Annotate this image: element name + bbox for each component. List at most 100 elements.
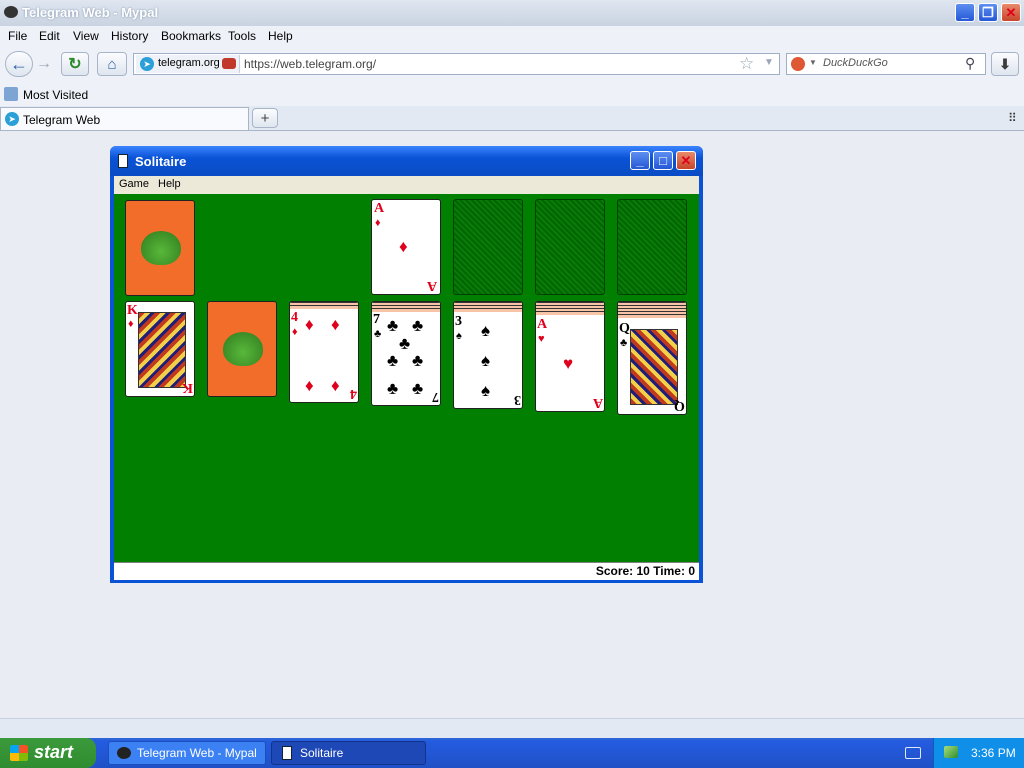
menu-bookmarks[interactable]: Bookmarks xyxy=(161,29,221,43)
close-icon: ✕ xyxy=(680,152,692,168)
menu-tools[interactable]: Tools xyxy=(228,29,256,43)
solitaire-minimize-button[interactable]: _ xyxy=(630,151,650,170)
tableau-card-three-spades[interactable]: 3 ♠ ♠ ♠ ♠ 3 xyxy=(453,301,523,409)
taskbar-item-browser[interactable]: Telegram Web - Mypal xyxy=(108,741,266,765)
tab-list-icon[interactable]: ⠿ xyxy=(1008,111,1017,125)
search-bar[interactable]: ▼ DuckDuckGo ⚲ xyxy=(786,53,986,75)
stock-pile[interactable] xyxy=(125,200,195,296)
club-icon: ♣ xyxy=(399,334,411,353)
hidden-card-edge xyxy=(536,311,604,315)
card-rank-bottom: A xyxy=(426,278,437,293)
bookmark-star-icon[interactable]: ☆ xyxy=(739,54,754,74)
search-input-placeholder[interactable]: DuckDuckGo xyxy=(823,57,888,69)
search-engine-dropdown-icon[interactable]: ▼ xyxy=(809,58,817,67)
mypal-logo-icon xyxy=(117,747,131,759)
card-rank-bottom: A xyxy=(592,395,603,410)
frog-icon xyxy=(223,332,263,366)
maximize-button[interactable]: ❐ xyxy=(978,3,998,22)
solitaire-close-button[interactable]: ✕ xyxy=(676,151,696,170)
new-tab-button[interactable]: + xyxy=(252,108,278,128)
card-suit-icon: ♦ xyxy=(375,217,381,229)
club-icon: ♣ xyxy=(387,379,399,398)
frog-icon xyxy=(141,231,181,265)
downloads-button[interactable]: ⬇ xyxy=(991,52,1019,76)
windows-logo-icon xyxy=(10,745,28,761)
foundation-slot-2[interactable] xyxy=(453,199,523,295)
diamond-icon: ♦ xyxy=(292,326,298,338)
card-rank-bottom: K xyxy=(182,380,193,395)
close-button[interactable]: ✕ xyxy=(1001,3,1021,22)
browser-title-bar: Telegram Web - Mypal _ ❐ ✕ xyxy=(0,0,1024,26)
download-arrow-icon: ⬇ xyxy=(999,55,1011,72)
reload-icon: ↻ xyxy=(68,56,82,73)
site-identity-label: telegram.org xyxy=(158,57,220,69)
diamond-icon: ♦ xyxy=(331,315,340,334)
club-icon: ♣ xyxy=(387,316,399,335)
card-rank: 4 xyxy=(291,310,298,325)
keyboard-icon[interactable] xyxy=(905,747,921,759)
diamond-icon: ♦ xyxy=(305,315,314,334)
solitaire-menubar: Game Help xyxy=(114,176,699,194)
menu-game[interactable]: Game xyxy=(119,178,149,190)
menu-history[interactable]: History xyxy=(111,29,148,43)
search-icon[interactable]: ⚲ xyxy=(965,55,975,72)
solitaire-title-bar[interactable]: Solitaire _ □ ✕ xyxy=(110,146,703,176)
url-text[interactable]: https://web.telegram.org/ xyxy=(244,57,376,71)
tableau-card-queen-clubs[interactable]: Q ♣ Q xyxy=(617,301,687,415)
plus-icon: + xyxy=(260,109,270,127)
menu-help[interactable]: Help xyxy=(268,29,293,43)
spade-icon: ♠ xyxy=(456,330,462,342)
url-dropdown-icon[interactable]: ▼ xyxy=(764,57,774,68)
clock: 3:36 PM xyxy=(971,746,1016,760)
forward-arrow-icon[interactable]: → xyxy=(36,55,52,73)
browser-status-strip xyxy=(0,718,1024,739)
solitaire-status-bar: Score: 10 Time: 0 xyxy=(114,562,699,580)
mypal-logo-icon xyxy=(4,6,18,18)
most-visited-bookmark[interactable]: Most Visited xyxy=(23,88,88,102)
solitaire-window-title: Solitaire xyxy=(135,154,187,169)
taskbar-item-solitaire[interactable]: Solitaire xyxy=(271,741,426,765)
club-icon: ♣ xyxy=(412,351,424,370)
hidden-card-edge xyxy=(290,305,358,309)
card-rank: 3 xyxy=(455,314,462,329)
queen-face-icon xyxy=(630,329,678,405)
solitaire-maximize-button[interactable]: □ xyxy=(653,151,673,170)
foundation-slot-3[interactable] xyxy=(535,199,605,295)
tableau-card-seven-clubs[interactable]: 7 ♣ ♣ ♣ ♣ ♣ ♣ ♣ ♣ 7 xyxy=(371,301,441,406)
tableau-card-four-diamonds[interactable]: 4 ♦ ♦ ♦ ♦ ♦ 4 xyxy=(289,301,359,403)
tableau-card-king-diamonds[interactable]: K ♦ K xyxy=(125,301,195,397)
browser-menubar: File Edit View History Bookmarks Tools H… xyxy=(0,26,1024,46)
menu-solitaire-help[interactable]: Help xyxy=(158,178,181,190)
taskbar-item-label: Solitaire xyxy=(300,746,344,760)
back-arrow-icon: ← xyxy=(10,53,28,74)
card-rank-bottom: 7 xyxy=(432,389,439,404)
most-visited-icon xyxy=(4,87,18,101)
diamond-icon: ♦ xyxy=(399,237,408,256)
menu-edit[interactable]: Edit xyxy=(39,29,60,43)
menu-file[interactable]: File xyxy=(8,29,27,43)
card-rank: Q xyxy=(619,321,630,336)
foundation-card-ace-diamonds[interactable]: A ♦ ♦ A xyxy=(371,199,441,295)
taskbar-item-label: Telegram Web - Mypal xyxy=(137,746,257,760)
addon-icon xyxy=(222,58,236,69)
king-face-icon xyxy=(138,312,186,388)
url-bar[interactable]: ➤ telegram.org https://web.telegram.org/… xyxy=(133,53,780,75)
hidden-card-edge xyxy=(618,314,686,318)
tab-telegram-web[interactable]: ➤ Telegram Web xyxy=(0,107,249,130)
card-rank-bottom: 3 xyxy=(514,392,521,407)
tableau-card-facedown[interactable] xyxy=(207,301,277,397)
tableau-card-ace-hearts[interactable]: A ♥ ♥ A xyxy=(535,301,605,412)
card-rank-bottom: Q xyxy=(674,398,685,413)
start-button[interactable]: start xyxy=(0,738,96,768)
menu-view[interactable]: View xyxy=(73,29,99,43)
spade-icon: ♠ xyxy=(481,351,491,370)
network-icon[interactable] xyxy=(944,746,958,758)
back-button[interactable]: ← xyxy=(5,51,33,77)
minimize-button[interactable]: _ xyxy=(955,3,975,22)
foundation-slot-4[interactable] xyxy=(617,199,687,295)
home-button[interactable]: ⌂ xyxy=(97,52,127,76)
card-rank: 7 xyxy=(373,312,380,327)
reload-button[interactable]: ↻ xyxy=(61,52,89,76)
heart-icon: ♥ xyxy=(538,333,545,345)
hidden-card-edge xyxy=(454,308,522,312)
